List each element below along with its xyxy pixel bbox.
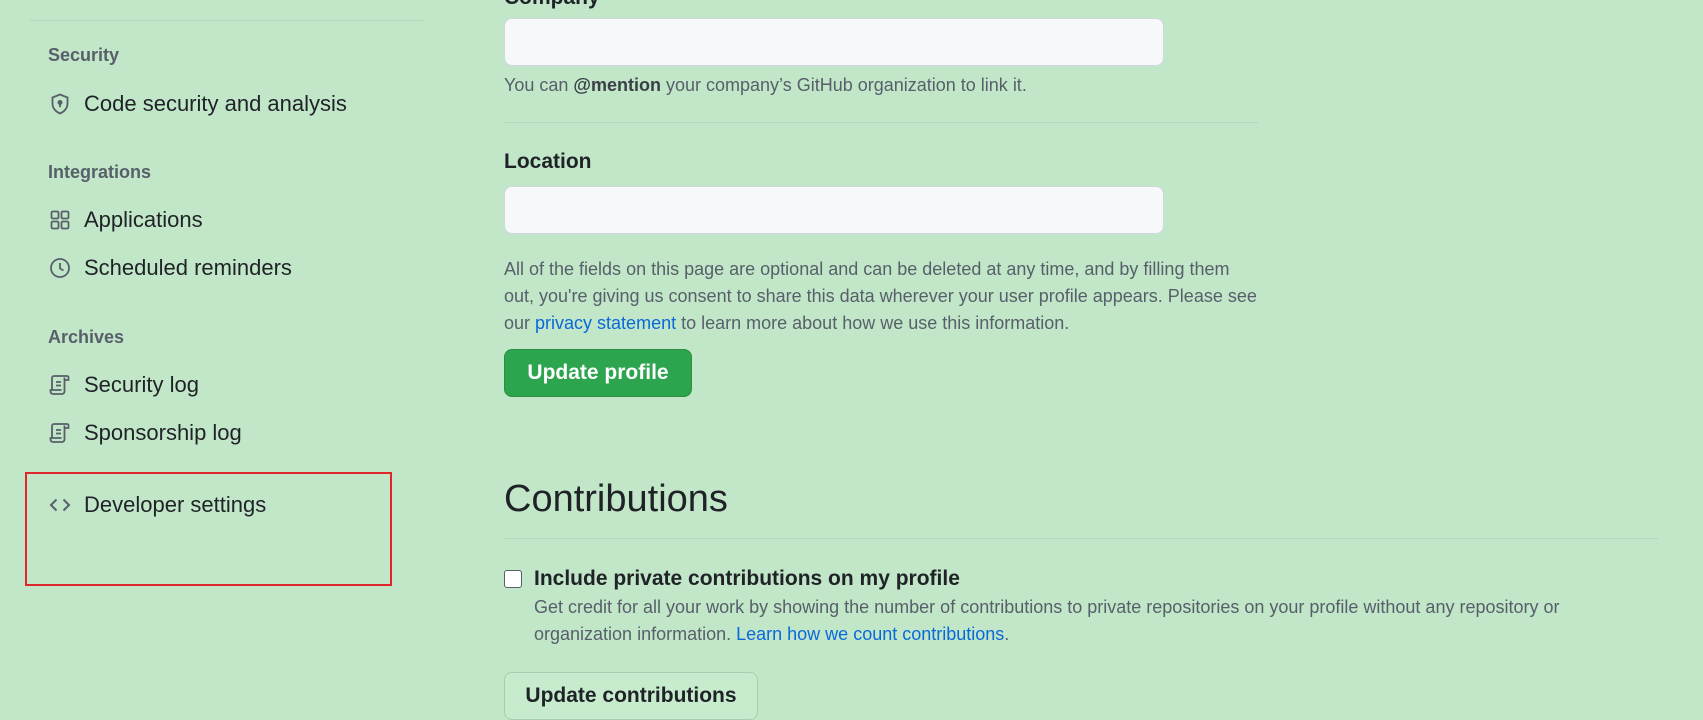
company-label: Company [504,0,600,10]
sidebar-header-security: Security [48,45,120,65]
sidebar-item-label: Applications [84,207,203,232]
update-profile-button[interactable]: Update profile [504,349,692,397]
location-label: Location [504,150,592,173]
sidebar-top-divider [30,20,425,21]
shield-lock-icon [48,92,72,116]
sidebar-item-developer-settings[interactable]: Developer settings [48,487,266,523]
log-icon [48,421,72,445]
company-hint: You can @mention your company’s GitHub o… [504,75,1027,95]
sidebar-header-archives: Archives [48,327,125,347]
code-icon [48,493,72,517]
sidebar-item-code-security[interactable]: Code security and analysis [48,86,347,122]
sidebar-item-label: Security log [84,372,199,397]
learn-contributions-link[interactable]: Learn how we count contributions [736,624,1004,644]
sidebar-item-label: Code security and analysis [84,91,347,116]
company-input[interactable] [504,18,1164,66]
contributions-title: Contributions [504,478,728,520]
location-input[interactable] [504,186,1164,234]
private-contributions-label[interactable]: Include private contributions on my prof… [534,567,960,591]
update-contributions-button[interactable]: Update contributions [504,672,758,720]
sidebar-header-integrations: Integrations [48,162,152,182]
sidebar-item-sponsorship-log[interactable]: Sponsorship log [48,415,242,451]
log-icon [48,373,72,397]
mention-text: @mention [573,75,661,95]
sidebar-item-security-log[interactable]: Security log [48,367,199,403]
contributions-divider [504,538,1658,539]
sidebar-item-applications[interactable]: Applications [48,202,203,238]
sidebar-item-scheduled-reminders[interactable]: Scheduled reminders [48,250,292,286]
sidebar-item-label: Developer settings [84,492,267,517]
sidebar-item-label: Scheduled reminders [84,255,292,280]
clock-icon [48,256,72,280]
privacy-statement-link[interactable]: privacy statement [535,313,676,333]
sidebar-item-label: Sponsorship log [84,420,242,445]
private-contributions-description: Get credit for all your work by showing … [534,597,1560,644]
apps-grid-icon [48,208,72,232]
form-divider [504,122,1258,123]
private-contributions-checkbox[interactable] [504,570,522,588]
privacy-notice: All of the fields on this page are optio… [504,259,1257,333]
